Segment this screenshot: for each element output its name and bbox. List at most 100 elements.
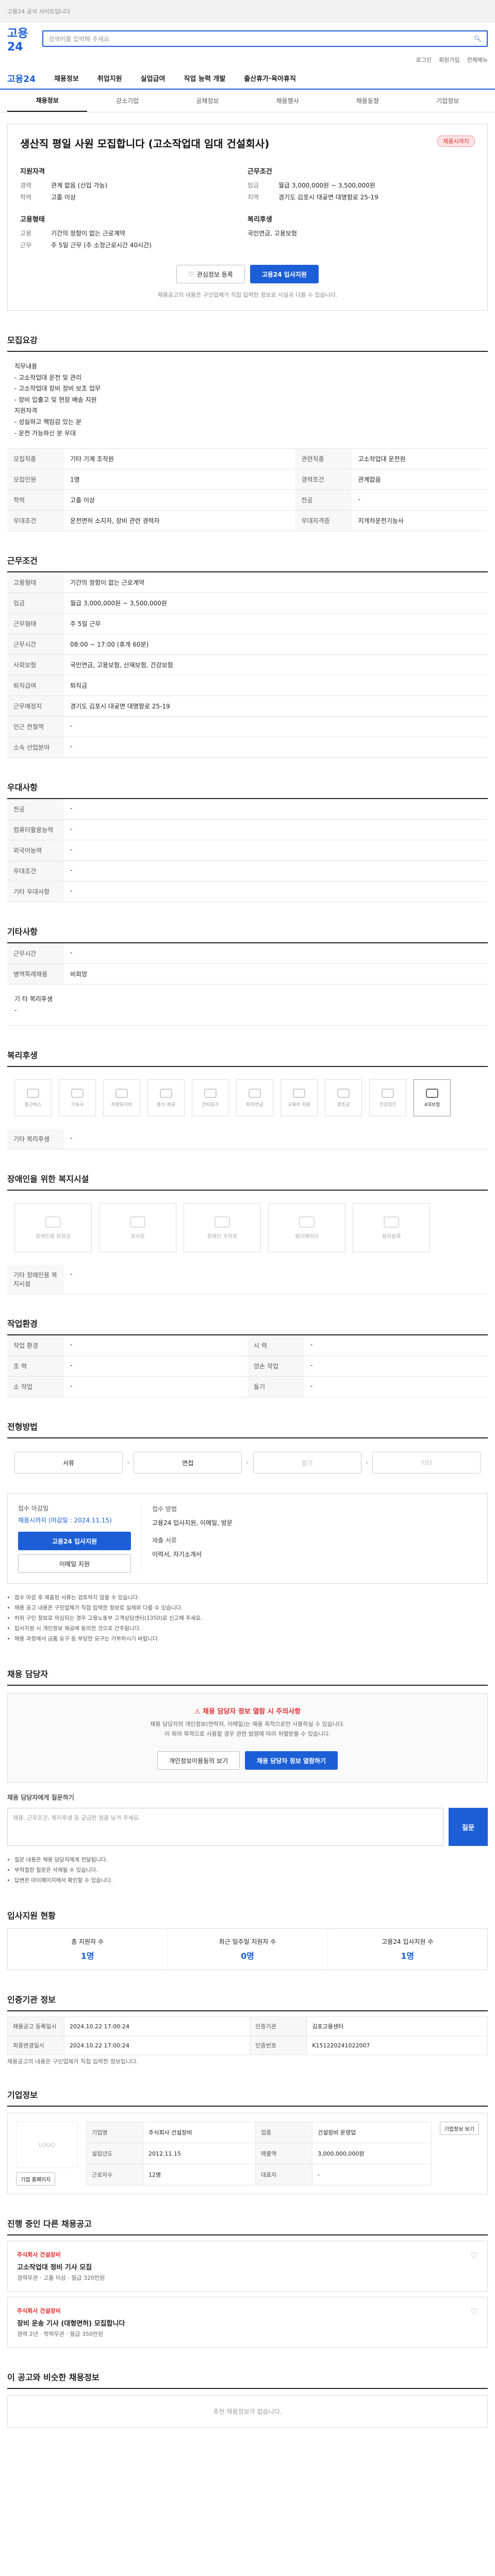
summary-key: 학력: [20, 194, 32, 201]
login-link[interactable]: 로그인: [416, 56, 432, 64]
site-logo[interactable]: 고용24: [7, 24, 37, 54]
doc-value: 이력서, 자기소개서: [152, 1550, 202, 1558]
tab-company[interactable]: 기업정보: [408, 90, 488, 112]
job-card-title[interactable]: 고소작업대 정비 기사 모집: [17, 2262, 105, 2272]
job-card[interactable]: 주식회사 건설장비 장비 운송 기사 (대형면허) 모집합니다 경력 2년 · 학력…: [7, 2297, 488, 2348]
nav-item-jobs[interactable]: 채용정보: [54, 73, 79, 83]
apply-button-2[interactable]: 고용24 입사지원: [18, 1532, 131, 1551]
table-value: -: [64, 716, 488, 738]
table-key: 인근 전철역: [7, 716, 64, 738]
summary-row: 경력 관계 없음 (신입 가능): [20, 181, 248, 190]
tab-jobs[interactable]: 채용정보: [7, 90, 88, 112]
nav-logo[interactable]: 고용24: [7, 72, 36, 84]
apply-button[interactable]: 고용24 입사지원: [250, 265, 319, 283]
table-value: 국민연금, 고용보험, 산재보험, 건강보험: [64, 654, 488, 676]
table-row: 컴퓨터활용능력 -: [7, 819, 488, 841]
table-value: -: [352, 489, 488, 511]
search-input[interactable]: 검색어를 입력해 주세요 🔍︎: [42, 30, 488, 47]
company-home-button[interactable]: 기업 홈페이지: [16, 2172, 56, 2186]
table-value: -: [64, 1376, 248, 1398]
all-menu-link[interactable]: 전체메뉴: [467, 56, 488, 64]
email-apply-button[interactable]: 이메일 지원: [18, 1554, 131, 1573]
section-title: 기업정보: [7, 2088, 488, 2107]
job-card[interactable]: 주식회사 건설장비 고소작업대 정비 기사 모집 경력무관 · 고졸 이상 · 월급…: [7, 2241, 488, 2292]
save-interest-button[interactable]: ♡ 관심정보 등록: [176, 265, 245, 283]
welfare-label: 연차휴가: [202, 1102, 219, 1108]
job-card-title[interactable]: 장비 운송 기사 (대형면허) 모집합니다: [17, 2318, 125, 2328]
table-key: 전공: [7, 799, 64, 820]
disability-item: 경사로: [99, 1203, 176, 1253]
table-row: 기타 장애인용 복지시설 -: [7, 1265, 488, 1295]
top-notice: 고용24 공식 사이트입니다: [7, 8, 71, 15]
tab-events[interactable]: 채용행사: [248, 90, 327, 112]
welfare-icon: [204, 1088, 217, 1098]
table-value: 고소작업대 운전원: [352, 449, 488, 470]
qna-textarea[interactable]: 채용, 근무조건, 복리후생 등 궁금한 점을 남겨 주세요.: [7, 1808, 443, 1846]
job-summary-box: 채용시까지 생산직 평일 사원 모집합니다 (고소작업대 임대 건설회사) 지원…: [7, 124, 488, 311]
nav-item-training[interactable]: 직업 능력 개발: [184, 73, 225, 83]
section-welfare: 복리후생 통근버스 기숙사 차량유지비 중식 제공 연차휴가 퇴직연금 교육비 지원 경조금 건…: [7, 1048, 488, 1150]
tab-trends[interactable]: 채용동향: [327, 90, 407, 112]
heart-icon[interactable]: ♡: [471, 2307, 478, 2338]
table-value: 2024.10.22 17:00:24: [63, 2016, 251, 2037]
summary-row: 임금 월급 3,000,000원 ~ 3,500,000원: [248, 181, 475, 190]
privacy-agree-button[interactable]: 개인정보이용동의 보기: [157, 1751, 240, 1770]
heart-icon: ♡: [188, 270, 194, 278]
cert-table: 채용공고 등록일시 2024.10.22 17:00:24 인증기관 김포고용센터 …: [7, 2016, 488, 2056]
table-key: 소 작업: [7, 1376, 64, 1398]
nav-item-benefit[interactable]: 실업급여: [141, 73, 166, 83]
tab-public[interactable]: 공채정보: [168, 90, 248, 112]
table-row: 고용형태 기간의 정함이 없는 근로계약: [7, 572, 488, 594]
search-icon[interactable]: 🔍︎: [474, 35, 482, 42]
table-key: 학력: [7, 489, 64, 511]
section-work-env: 작업환경 작업 환경 - 시 력-조 력 - 양손 작업 - 소 작업 - 들기 -: [7, 1317, 488, 1398]
table-key: 근무시간: [7, 943, 64, 964]
summary-key: 경력: [20, 182, 32, 189]
section-title: 진행 중인 다른 채용공고: [7, 2217, 488, 2236]
section-title: 인증기관 정보: [7, 1993, 488, 2012]
welfare-label: 교육비 지원: [287, 1102, 311, 1108]
tab-strong-company[interactable]: 강소기업: [87, 90, 167, 112]
etc-description: 기 타 복리후생 -: [7, 985, 488, 1026]
nav-item-support[interactable]: 취업지원: [97, 73, 122, 83]
company-info-button[interactable]: 기업정보 보기: [439, 2122, 479, 2136]
summary-heading-qual: 지원자격: [20, 168, 45, 176]
section-cert: 인증기관 정보 채용공고 등록일시 2024.10.22 17:00:24 인증기…: [7, 1993, 488, 2065]
table-key: 매출액: [255, 2143, 312, 2165]
summary-value: 국민연금, 고용보험: [248, 230, 297, 237]
qna-label: 채용 담당자에게 질문하기: [7, 1794, 74, 1802]
qna-send-button[interactable]: 질문: [449, 1808, 488, 1846]
nav-item-leave[interactable]: 출산휴가·육아휴직: [244, 73, 296, 83]
welfare-label: 경조금: [337, 1102, 350, 1108]
summary-note: 채용공고의 내용은 구인업체가 직접 입력한 정보로 사실과 다를 수 있습니다…: [157, 292, 338, 298]
section-other-jobs: 진행 중인 다른 채용공고 주식회사 건설장비 고소작업대 정비 기사 모집 경력무…: [7, 2217, 488, 2348]
stat-label: 총 지원자 수: [71, 1938, 104, 1946]
job-card-meta: 경력무관 · 고졸 이상 · 월급 320만원: [17, 2275, 105, 2282]
section-prefer: 우대사항 전공 - 컴퓨터활용능력 - 외국어능력 - 우대조건 - 기타 우대사항 -: [7, 781, 488, 903]
table-row: 근무시간 08:00 ~ 17:00 (휴게 60분): [7, 634, 488, 655]
table-row: 소 작업 - 들기 -: [7, 1376, 488, 1398]
stat-item: 고용24 입사지원 수 1명: [328, 1929, 487, 1970]
recruit-table: 모집직종 기타 기계 조작원 관련직종 고소작업대 운전원 모집인원 1명 경력조건 관계없음…: [7, 449, 488, 532]
section-contact: 채용 담당자 ⚠ 채용 담당자 정보 열람 시 주의사항 채용 담당자의 개인정…: [7, 1667, 488, 1886]
table-key: 근무시간: [7, 634, 64, 655]
summary-row: 지역 경기도 김포시 대곶면 대명항로 25-19: [248, 193, 475, 201]
summary-value: 월급 3,000,000원 ~ 3,500,000원: [278, 182, 375, 189]
table-row: 전공 -: [7, 799, 488, 820]
table-value: -: [64, 1335, 248, 1357]
table-row: 학력 고졸 이상 전공 -: [7, 489, 488, 511]
table-row: 병역특례채용 비희망: [7, 963, 488, 985]
summary-row: 근무 주 5일 근무 (주 소정근로시간 40시간): [20, 241, 248, 249]
heart-icon[interactable]: ♡: [471, 2250, 478, 2282]
signup-link[interactable]: 회원가입: [439, 56, 459, 64]
alert-title: ⚠ 채용 담당자 정보 열람 시 주의사항: [20, 1706, 475, 1716]
warning-icon: ⚠: [194, 1708, 203, 1716]
note-item: 접수 마감 후 제출된 서류는 검토하지 않을 수 있습니다.: [14, 1593, 488, 1603]
table-key: 사회보험: [7, 654, 64, 676]
note-item: 입사지원 시 개인정보 제공에 동의한 것으로 간주됩니다.: [14, 1624, 488, 1634]
section-company: 기업정보 LOGO 기업 홈페이지 기업명 주식회사 건설장비 업종 건설장비 운영업…: [7, 2088, 488, 2195]
table-value: 관계없음: [352, 469, 488, 490]
table-value: 3,000,000,000원: [311, 2143, 432, 2165]
view-contact-button[interactable]: 채용 담당자 정보 열람하기: [245, 1751, 338, 1770]
table-value: K151220241022007: [306, 2036, 488, 2056]
